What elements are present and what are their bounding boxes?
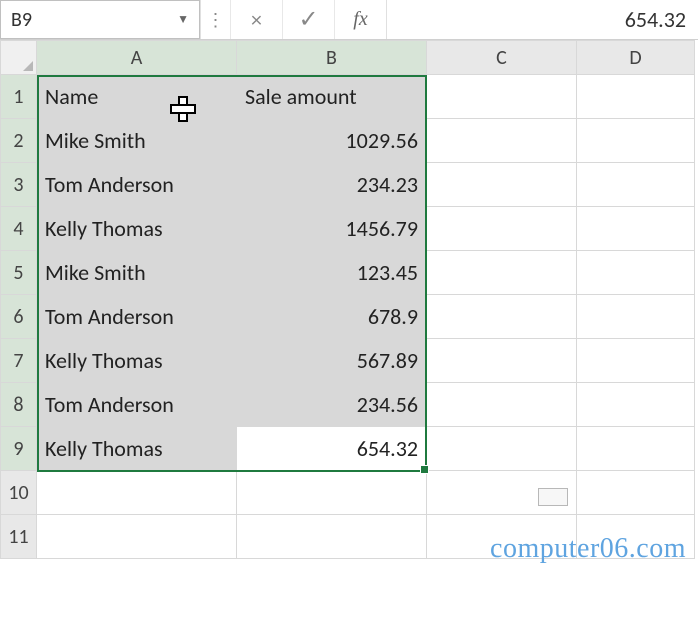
- column-header-C[interactable]: C: [427, 41, 577, 75]
- select-all-corner[interactable]: [1, 41, 37, 75]
- cell-B8[interactable]: 234.56: [237, 383, 427, 427]
- row-header-11[interactable]: 11: [1, 515, 37, 559]
- check-icon: ✓: [298, 5, 318, 34]
- cell-D9[interactable]: [577, 427, 695, 471]
- cell-C5[interactable]: [427, 251, 577, 295]
- row-header-1[interactable]: 1: [1, 75, 37, 119]
- column-header-A[interactable]: A: [37, 41, 237, 75]
- cell-D10[interactable]: [577, 471, 695, 515]
- cell-A9[interactable]: Kelly Thomas: [37, 427, 237, 471]
- cell-A2[interactable]: Mike Smith: [37, 119, 237, 163]
- cell-reference: B9: [11, 8, 32, 32]
- cell-C8[interactable]: [427, 383, 577, 427]
- row-header-6[interactable]: 6: [1, 295, 37, 339]
- spreadsheet-grid[interactable]: ABCD1NameSale amount2Mike Smith1029.563T…: [0, 40, 698, 559]
- name-box-dropdown-icon[interactable]: ▼: [177, 12, 189, 27]
- cell-B3[interactable]: 234.23: [237, 163, 427, 207]
- cell-B6[interactable]: 678.9: [237, 295, 427, 339]
- cell-C4[interactable]: [427, 207, 577, 251]
- row-header-7[interactable]: 7: [1, 339, 37, 383]
- formula-bar: B9 ▼ ⋮ × ✓ fx 654.32: [0, 0, 698, 40]
- row-header-8[interactable]: 8: [1, 383, 37, 427]
- cell-D6[interactable]: [577, 295, 695, 339]
- fx-icon: fx: [353, 8, 367, 31]
- formula-bar-separator-icon[interactable]: ⋮: [200, 0, 230, 39]
- cell-A5[interactable]: Mike Smith: [37, 251, 237, 295]
- cell-D2[interactable]: [577, 119, 695, 163]
- cell-B1[interactable]: Sale amount: [237, 75, 427, 119]
- cell-B11[interactable]: [237, 515, 427, 559]
- cell-A6[interactable]: Tom Anderson: [37, 295, 237, 339]
- watermark-text: computer06.com: [490, 533, 686, 565]
- row-header-5[interactable]: 5: [1, 251, 37, 295]
- cell-A7[interactable]: Kelly Thomas: [37, 339, 237, 383]
- cell-D4[interactable]: [577, 207, 695, 251]
- formula-input[interactable]: 654.32: [386, 0, 698, 39]
- formula-value: 654.32: [625, 6, 686, 33]
- cancel-button[interactable]: ×: [230, 0, 282, 39]
- cell-A1[interactable]: Name: [37, 75, 237, 119]
- cell-C9[interactable]: [427, 427, 577, 471]
- cell-D5[interactable]: [577, 251, 695, 295]
- cell-B9[interactable]: 654.32: [237, 427, 427, 471]
- quick-analysis-icon[interactable]: [538, 488, 568, 506]
- row-header-4[interactable]: 4: [1, 207, 37, 251]
- cell-D1[interactable]: [577, 75, 695, 119]
- column-header-D[interactable]: D: [577, 41, 695, 75]
- cell-C1[interactable]: [427, 75, 577, 119]
- cell-C2[interactable]: [427, 119, 577, 163]
- cell-A8[interactable]: Tom Anderson: [37, 383, 237, 427]
- insert-function-button[interactable]: fx: [334, 0, 386, 39]
- cell-A11[interactable]: [37, 515, 237, 559]
- row-header-10[interactable]: 10: [1, 471, 37, 515]
- name-box[interactable]: B9 ▼: [0, 0, 200, 39]
- row-header-3[interactable]: 3: [1, 163, 37, 207]
- cell-D3[interactable]: [577, 163, 695, 207]
- cell-C3[interactable]: [427, 163, 577, 207]
- cell-A3[interactable]: Tom Anderson: [37, 163, 237, 207]
- cell-A10[interactable]: [37, 471, 237, 515]
- cell-B10[interactable]: [237, 471, 427, 515]
- cell-B7[interactable]: 567.89: [237, 339, 427, 383]
- cell-B4[interactable]: 1456.79: [237, 207, 427, 251]
- enter-button[interactable]: ✓: [282, 0, 334, 39]
- cell-C6[interactable]: [427, 295, 577, 339]
- cell-C7[interactable]: [427, 339, 577, 383]
- row-header-2[interactable]: 2: [1, 119, 37, 163]
- cancel-icon: ×: [251, 6, 262, 33]
- cell-A4[interactable]: Kelly Thomas: [37, 207, 237, 251]
- cell-B5[interactable]: 123.45: [237, 251, 427, 295]
- row-header-9[interactable]: 9: [1, 427, 37, 471]
- cell-B2[interactable]: 1029.56: [237, 119, 427, 163]
- cell-D7[interactable]: [577, 339, 695, 383]
- column-header-B[interactable]: B: [237, 41, 427, 75]
- cell-D8[interactable]: [577, 383, 695, 427]
